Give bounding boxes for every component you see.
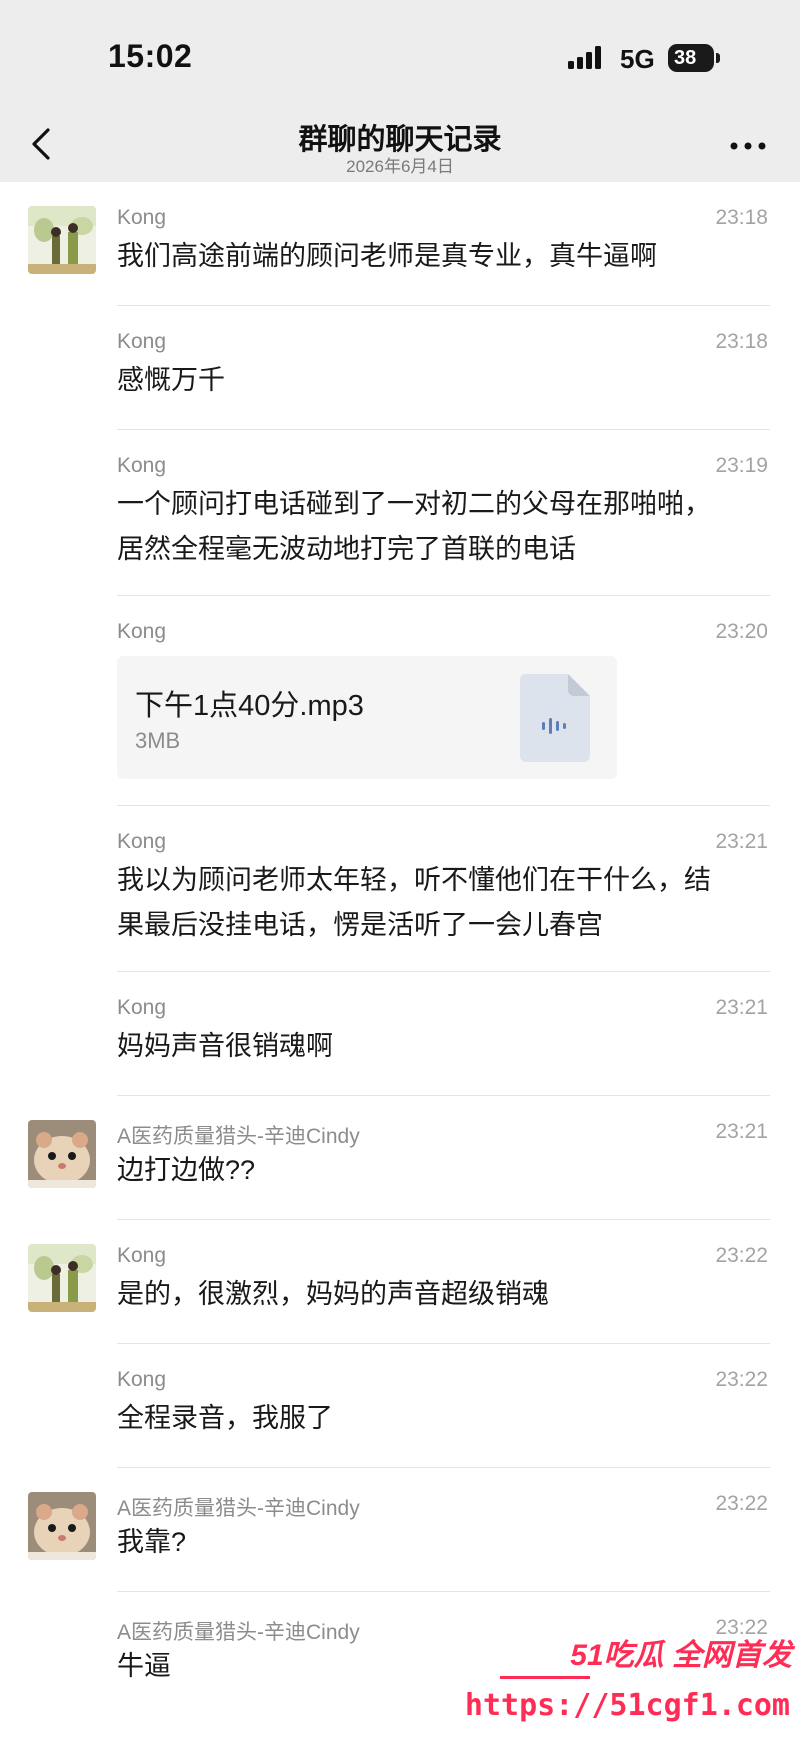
chat-message: Kong 23:21 我以为顾问老师太年轻，听不懂他们在干什么，结 果最后没挂电…: [0, 806, 800, 972]
network-type: 5G: [620, 44, 655, 74]
text-line: 全程录音，我服了: [117, 1403, 333, 1433]
signal-icon: [568, 46, 601, 69]
text-line: 果最后没挂电话，愣是活听了一会儿春宫: [117, 910, 603, 940]
chat-message: A医药质量猎头-辛迪Cindy 23:21 边打边做??: [0, 1096, 800, 1220]
status-bar: 15:02 5G 38: [0, 0, 800, 110]
message-text: 我以为顾问老师太年轻，听不懂他们在干什么，结 果最后没挂电话，愣是活听了一会儿春…: [117, 858, 777, 948]
chat-message: Kong 23:18 我们高途前端的顾问老师是真专业，真牛逼啊: [0, 182, 800, 306]
chat-message: Kong 23:22 是的，很激烈，妈妈的声音超级销魂: [0, 1220, 800, 1344]
message-time: 23:21: [715, 996, 768, 1019]
sender-name: Kong: [117, 454, 167, 477]
sender-name: A医药质量猎头-辛迪Cindy: [117, 1497, 360, 1520]
battery-icon: 38: [668, 44, 714, 72]
message-time: 23:20: [715, 620, 768, 643]
file-size: 3MB: [135, 728, 181, 753]
battery-tip: [716, 53, 720, 63]
sender-name: Kong: [117, 620, 167, 643]
chat-message: Kong 23:21 妈妈声音很销魂啊: [0, 972, 800, 1096]
sender-name: Kong: [117, 330, 167, 353]
message-time: 23:21: [715, 830, 768, 853]
message-text: 我们高途前端的顾问老师是真专业，真牛逼啊: [117, 234, 777, 279]
sender-name: Kong: [117, 1368, 167, 1391]
sender-name: Kong: [117, 206, 167, 229]
watermark-url: https://51cgf1.com: [464, 1688, 790, 1723]
text-line: 我靠?: [117, 1527, 187, 1557]
watermark-line: [500, 1676, 590, 1679]
text-line: 居然全程毫无波动地打完了首联的电话: [117, 534, 576, 564]
message-time: 23:21: [715, 1120, 768, 1143]
avatar: [28, 1244, 96, 1312]
text-line: 边打边做??: [117, 1155, 256, 1185]
watermark-brand: 51吃瓜 全网首发: [570, 1639, 792, 1672]
message-text: 是的，很激烈，妈妈的声音超级销魂: [117, 1272, 777, 1317]
chat-message: Kong 23:18 感慨万千: [0, 306, 800, 430]
avatar: [28, 1492, 96, 1560]
message-text: 感慨万千: [117, 358, 777, 403]
message-text: 妈妈声音很销魂啊: [117, 1024, 777, 1069]
chat-message: Kong 23:19 一个顾问打电话碰到了一对初二的父母在那啪啪， 居然全程毫无…: [0, 430, 800, 596]
message-text: 我靠?: [117, 1520, 777, 1565]
sender-name: Kong: [117, 830, 167, 853]
page-date: 2026年6月4日: [346, 157, 454, 176]
sender-name: Kong: [117, 1244, 167, 1267]
avatar: [28, 206, 96, 274]
message-text: 边打边做??: [117, 1148, 777, 1193]
message-time: 23:18: [715, 206, 768, 229]
text-line: 妈妈声音很销魂啊: [117, 1031, 333, 1061]
message-text: 全程录音，我服了: [117, 1396, 777, 1441]
sender-name: A医药质量猎头-辛迪Cindy: [117, 1125, 360, 1148]
chat-message: Kong 23:20 下午1点40分.mp3 3MB: [0, 596, 800, 806]
message-text: 一个顾问打电话碰到了一对初二的父母在那啪啪， 居然全程毫无波动地打完了首联的电话: [117, 482, 777, 572]
chat-message: Kong 23:22 全程录音，我服了: [0, 1344, 800, 1468]
text-line: 感慨万千: [117, 365, 225, 395]
text-line: 一个顾问打电话碰到了一对初二的父母在那啪啪，: [117, 489, 711, 519]
nav-bar: 群聊的聊天记录 2026年6月4日: [0, 110, 800, 182]
text-line: 是的，很激烈，妈妈的声音超级销魂: [117, 1279, 549, 1309]
sender-name: Kong: [117, 996, 167, 1019]
battery-level: 38: [674, 46, 697, 69]
sender-name: A医药质量猎头-辛迪Cindy: [117, 1621, 360, 1644]
file-name: 下午1点40分.mp3: [135, 690, 364, 722]
text-line: 我以为顾问老师太年轻，听不懂他们在干什么，结: [117, 865, 711, 895]
more-icon[interactable]: [726, 136, 770, 156]
file-attachment[interactable]: 下午1点40分.mp3 3MB: [117, 656, 617, 779]
status-time: 15:02: [108, 38, 193, 74]
message-time: 23:22: [715, 1492, 768, 1515]
message-time: 23:22: [715, 1368, 768, 1391]
text-line: 我们高途前端的顾问老师是真专业，真牛逼啊: [117, 241, 657, 271]
message-list: Kong 23:18 我们高途前端的顾问老师是真专业，真牛逼啊 Kong 23:…: [0, 182, 800, 1716]
audio-file-icon: [520, 674, 590, 762]
message-time: 23:18: [715, 330, 768, 353]
chat-message: A医药质量猎头-辛迪Cindy 23:22 我靠?: [0, 1468, 800, 1592]
watermark: 51吃瓜 全网首发 https://51cgf1.com: [465, 1630, 800, 1738]
avatar: [28, 1120, 96, 1188]
message-time: 23:19: [715, 454, 768, 477]
message-time: 23:22: [715, 1244, 768, 1267]
